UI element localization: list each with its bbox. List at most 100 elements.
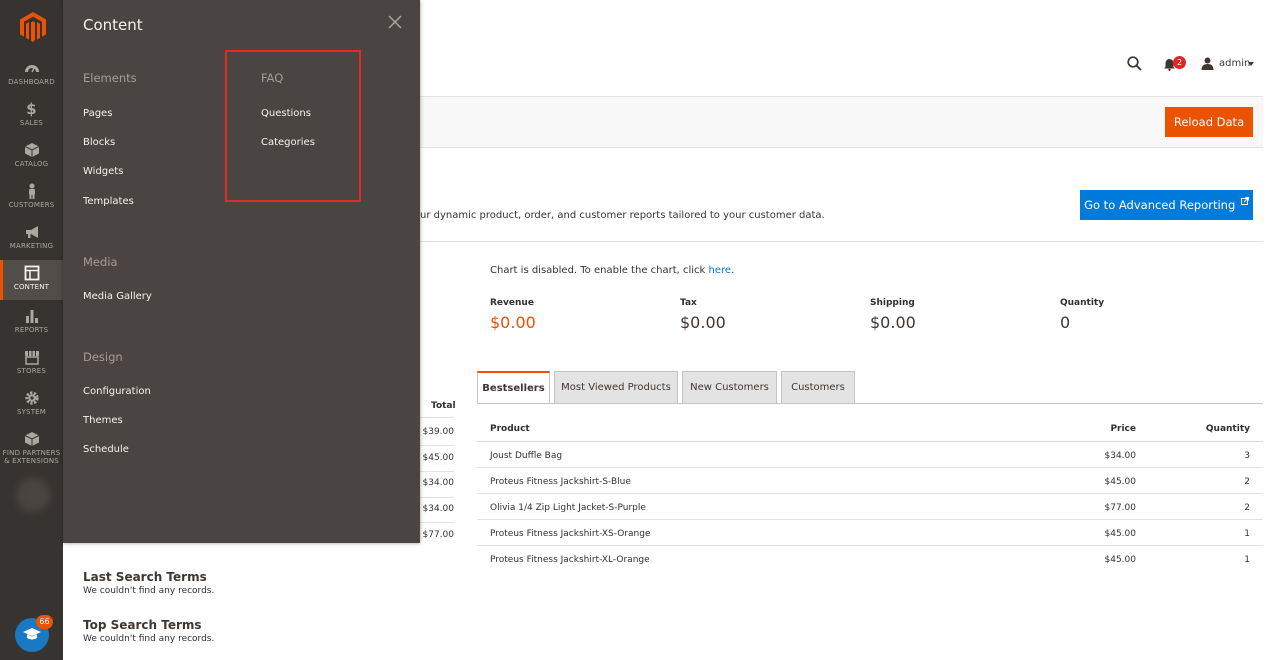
- reload-data-button[interactable]: Reload Data: [1165, 107, 1253, 137]
- notifications-count-badge: 2: [1173, 56, 1186, 69]
- nav-customers[interactable]: CUSTOMERS: [0, 183, 63, 223]
- bestsellers-table: Product Price Quantity Joust Duffle Bag …: [477, 414, 1263, 572]
- magento-logo-icon[interactable]: [20, 12, 46, 42]
- product-quantity: 2: [1244, 503, 1250, 513]
- close-icon[interactable]: [387, 14, 403, 30]
- search-icon[interactable]: [1127, 56, 1142, 71]
- product-quantity: 1: [1244, 555, 1250, 565]
- nav-system-label: SYSTEM: [16, 408, 47, 416]
- last-order-total: $77.00: [422, 530, 455, 540]
- menu-item-pages[interactable]: Pages: [83, 108, 112, 119]
- last-order-total: $39.00: [422, 427, 455, 437]
- group-media-heading: Media: [83, 255, 118, 269]
- group-design-heading: Design: [83, 350, 123, 364]
- nav-stores-label: STORES: [16, 367, 47, 375]
- advanced-reporting-button[interactable]: Go to Advanced Reporting: [1080, 190, 1253, 220]
- nav-sales[interactable]: $ SALES: [0, 101, 63, 141]
- menu-item-media-gallery[interactable]: Media Gallery: [83, 291, 152, 302]
- product-name: Proteus Fitness Jackshirt-XS-Orange: [490, 529, 651, 539]
- revenue-label: Revenue: [490, 298, 534, 308]
- total-tax: Tax $0.00: [680, 298, 726, 332]
- tax-label: Tax: [680, 298, 697, 308]
- top-search-terms-empty: We couldn't find any records.: [83, 634, 215, 644]
- last-orders-total-header: Total: [431, 401, 456, 411]
- nav-system[interactable]: SYSTEM: [0, 390, 63, 430]
- enable-chart-link[interactable]: here: [709, 265, 732, 276]
- nav-stores[interactable]: STORES: [0, 349, 63, 389]
- person-icon: [28, 183, 35, 199]
- product-price: $45.00: [1104, 477, 1137, 487]
- top-search-terms-title: Top Search Terms: [83, 618, 202, 632]
- chart-disabled-note: Chart is disabled. To enable the chart, …: [490, 265, 734, 276]
- column-quantity[interactable]: Quantity: [1206, 424, 1250, 434]
- blurred-nav-item: [16, 478, 50, 512]
- column-product[interactable]: Product: [490, 424, 530, 434]
- megaphone-icon: [25, 226, 38, 238]
- tab-bestsellers[interactable]: Bestsellers: [477, 371, 550, 404]
- page-actions-bar: [420, 96, 1263, 148]
- last-order-total: $34.00: [422, 504, 455, 514]
- graduation-cap-icon: [23, 628, 41, 640]
- quantity-label: Quantity: [1060, 298, 1105, 308]
- box-icon: [24, 432, 39, 446]
- last-order-total: $34.00: [422, 478, 455, 488]
- nav-reports-label: REPORTS: [14, 326, 49, 334]
- chart-note-end: .: [731, 265, 735, 276]
- chevron-down-icon[interactable]: [1248, 62, 1254, 66]
- last-search-terms-empty: We couldn't find any records.: [83, 586, 215, 596]
- tab-new-customers[interactable]: New Customers: [682, 371, 777, 404]
- row-divider: [420, 497, 454, 498]
- storefront-icon: [24, 351, 39, 365]
- nav-find-partners[interactable]: FIND PARTNERS & EXTENSIONS: [0, 431, 63, 467]
- row-divider: [420, 417, 454, 418]
- nav-dashboard[interactable]: DASHBOARD: [0, 60, 63, 100]
- row-divider: [420, 445, 454, 446]
- table-row[interactable]: Olivia 1/4 Zip Light Jacket-S-Purple $77…: [477, 494, 1263, 520]
- user-icon[interactable]: [1201, 57, 1214, 70]
- tab-most-viewed-products[interactable]: Most Viewed Products: [554, 371, 678, 404]
- nav-marketing[interactable]: MARKETING: [0, 224, 63, 264]
- nav-content-label: CONTENT: [13, 283, 50, 291]
- nav-content[interactable]: CONTENT: [0, 260, 63, 300]
- admin-user-menu[interactable]: admin: [1219, 58, 1250, 69]
- bar-chart-icon: [25, 310, 38, 323]
- menu-item-blocks[interactable]: Blocks: [83, 137, 115, 148]
- table-row[interactable]: Proteus Fitness Jackshirt-S-Blue $45.00 …: [477, 468, 1263, 494]
- shipping-label: Shipping: [870, 298, 915, 308]
- nav-marketing-label: MARKETING: [9, 242, 54, 250]
- advanced-reporting-description: ur dynamic product, order, and customer …: [420, 210, 825, 221]
- shipping-value: $0.00: [870, 313, 916, 332]
- table-header: Product Price Quantity: [477, 414, 1263, 442]
- product-price: $34.00: [1104, 451, 1137, 461]
- product-price: $45.00: [1104, 555, 1137, 565]
- nav-customers-label: CUSTOMERS: [8, 201, 55, 209]
- tab-customers[interactable]: Customers: [781, 371, 855, 404]
- column-price[interactable]: Price: [1110, 424, 1136, 434]
- menu-item-widgets[interactable]: Widgets: [83, 166, 123, 177]
- menu-item-schedule[interactable]: Schedule: [83, 444, 129, 455]
- revenue-value: $0.00: [490, 313, 536, 332]
- nav-reports[interactable]: REPORTS: [0, 308, 63, 348]
- nav-sales-label: SALES: [19, 119, 44, 127]
- menu-item-themes[interactable]: Themes: [83, 415, 123, 426]
- external-link-icon: [1240, 197, 1249, 205]
- nav-find-partners-label-2: & EXTENSIONS: [4, 457, 59, 465]
- table-row[interactable]: Proteus Fitness Jackshirt-XS-Orange $45.…: [477, 520, 1263, 546]
- flyout-title: Content: [83, 16, 143, 34]
- product-name: Joust Duffle Bag: [490, 451, 563, 461]
- nav-find-partners-label-1: FIND PARTNERS: [2, 449, 61, 457]
- table-row[interactable]: Joust Duffle Bag $34.00 3: [477, 442, 1263, 468]
- table-row[interactable]: Proteus Fitness Jackshirt-XL-Orange $45.…: [477, 546, 1263, 572]
- total-quantity: Quantity 0: [1060, 298, 1104, 332]
- product-price: $45.00: [1104, 529, 1137, 539]
- advanced-reporting-label: Go to Advanced Reporting: [1084, 198, 1236, 212]
- chart-note-text: Chart is disabled. To enable the chart, …: [490, 265, 709, 276]
- quantity-value: 0: [1060, 313, 1071, 332]
- menu-item-templates[interactable]: Templates: [83, 196, 134, 207]
- nav-catalog[interactable]: CATALOG: [0, 142, 63, 182]
- product-name: Olivia 1/4 Zip Light Jacket-S-Purple: [490, 503, 646, 513]
- dashboard-icon: [24, 65, 39, 73]
- total-shipping: Shipping $0.00: [870, 298, 916, 332]
- faq-highlight-box: [225, 50, 361, 202]
- menu-item-configuration[interactable]: Configuration: [83, 386, 151, 397]
